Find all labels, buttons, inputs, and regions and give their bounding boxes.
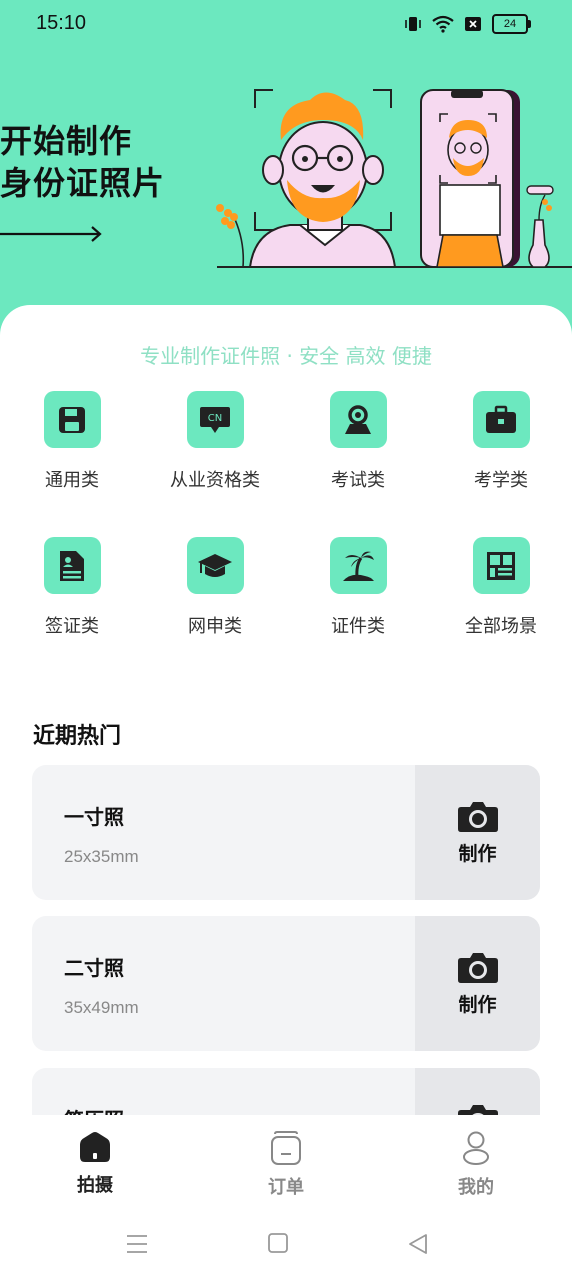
- category-general[interactable]: 通用类: [12, 391, 132, 492]
- category-label: 签证类: [45, 616, 99, 637]
- home-square-icon[interactable]: [268, 1233, 288, 1253]
- category-professional[interactable]: CN 从业资格类: [155, 391, 275, 492]
- graduation-cap-icon: [186, 537, 244, 594]
- make-button-label: 制作: [458, 843, 497, 865]
- tab-label: 我的: [458, 1177, 494, 1198]
- no-sim-icon: [465, 17, 481, 31]
- category-academic[interactable]: 考学类: [441, 391, 561, 492]
- category-label: 网申类: [188, 616, 242, 637]
- recent-title: 近期热门: [33, 724, 122, 749]
- category-label: 证件类: [331, 616, 385, 637]
- category-label: 从业资格类: [170, 470, 260, 491]
- category-label: 考学类: [474, 470, 528, 491]
- list-item[interactable]: 二寸照 35x49mm 制作: [32, 916, 540, 1051]
- item-size: 35x49mm: [64, 998, 139, 1017]
- list-item[interactable]: 一寸照 25x35mm 制作: [32, 765, 540, 900]
- item-size: 25x35mm: [64, 847, 139, 866]
- hero-line-2: 身份证照片: [0, 164, 166, 202]
- make-button[interactable]: 制作: [415, 765, 540, 900]
- cn-chat-icon: CN: [186, 391, 244, 448]
- tab-orders[interactable]: 订单: [236, 1131, 336, 1199]
- category-exam[interactable]: 考试类: [298, 391, 418, 492]
- item-name: 二寸照: [64, 956, 124, 980]
- user-icon: [463, 1131, 489, 1165]
- make-button[interactable]: 制作: [415, 916, 540, 1051]
- tab-label: 订单: [268, 1177, 304, 1198]
- arrow-right-icon[interactable]: [0, 224, 110, 244]
- person-badge-icon: [329, 391, 387, 448]
- make-button-label: 制作: [458, 994, 497, 1016]
- back-triangle-icon[interactable]: [408, 1233, 428, 1255]
- category-online-application[interactable]: 网申类: [155, 537, 275, 638]
- wifi-icon: [432, 15, 454, 33]
- item-name: 一寸照: [64, 805, 124, 829]
- category-label: 全部场景: [465, 616, 537, 637]
- home-icon: [80, 1132, 110, 1162]
- bottom-nav: 拍摄 订单 我的: [0, 1115, 572, 1280]
- briefcase-icon: [472, 391, 530, 448]
- category-label: 考试类: [331, 470, 385, 491]
- vibrate-icon: [405, 17, 421, 31]
- island-icon: [329, 537, 387, 594]
- status-icons: 24: [404, 14, 531, 34]
- hero-line-1: 开始制作: [0, 122, 133, 160]
- grid-icon: [472, 537, 530, 594]
- category-all-scenes[interactable]: 全部场景: [441, 537, 561, 638]
- battery-icon: 24: [492, 14, 531, 34]
- svg-text:CN: CN: [208, 413, 222, 424]
- category-label: 通用类: [45, 470, 99, 491]
- save-icon: [43, 391, 101, 448]
- hero-illustration: [216, 89, 572, 268]
- hero-title: 开始制作 身份证照片: [0, 120, 165, 204]
- tab-mine[interactable]: 我的: [426, 1131, 526, 1199]
- category-visa[interactable]: 签证类: [12, 537, 132, 638]
- status-time: 15:10: [36, 12, 87, 34]
- camera-icon: [457, 953, 498, 983]
- tab-label: 拍摄: [77, 1175, 113, 1196]
- slogan: 专业制作证件照 · 安全 高效 便捷: [140, 344, 432, 368]
- category-id[interactable]: 证件类: [298, 537, 418, 638]
- document-icon: [43, 537, 101, 594]
- menu-icon[interactable]: [126, 1233, 148, 1255]
- camera-icon: [457, 802, 498, 832]
- order-icon: [271, 1131, 301, 1165]
- tab-shoot[interactable]: 拍摄: [45, 1131, 145, 1197]
